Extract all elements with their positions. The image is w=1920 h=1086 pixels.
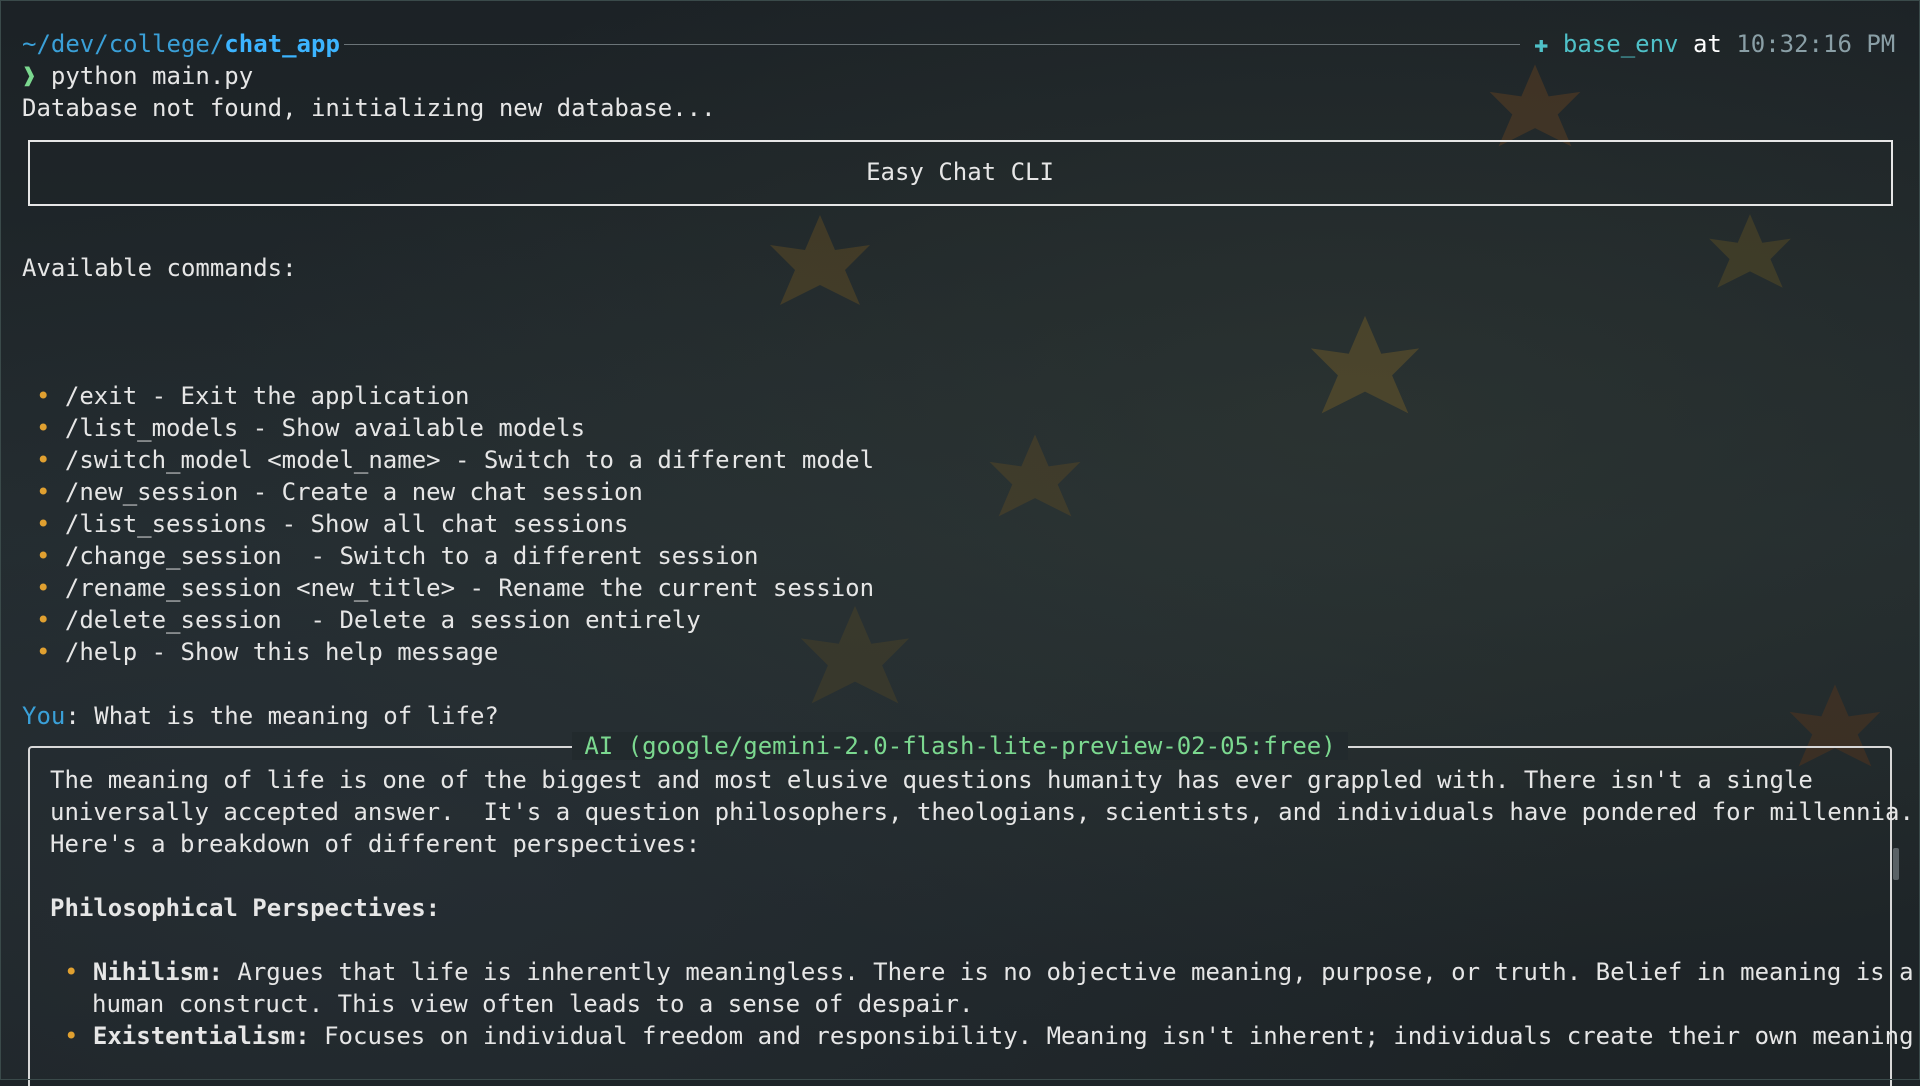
bullet-icon: • [64, 958, 79, 986]
command-item: • /exit - Exit the application [36, 380, 469, 412]
command-text: /list_sessions - Show all chat sessions [64, 510, 629, 538]
command-line: ❱ python main.py [22, 60, 253, 92]
ai-line: The meaning of life is one of the bigges… [50, 766, 1813, 794]
bullet-icon: • [36, 574, 51, 602]
command-item: • /list_models - Show available models [36, 412, 585, 444]
command-text: /exit - Exit the application [64, 382, 470, 410]
bullet-icon: • [36, 510, 51, 538]
user-separator: : [65, 702, 80, 730]
bullet-term: Nihilism: [92, 958, 223, 986]
user-label: You [22, 702, 66, 730]
command-item: • /new_session - Create a new chat sessi… [36, 476, 643, 508]
commands-heading: Available commands: [22, 254, 297, 282]
terminal[interactable]: ~/dev/college/chat_app ✚ base_env at 10:… [0, 0, 1920, 1086]
at-word: at [1692, 30, 1722, 58]
user-message: You: What is the meaning of life? [22, 700, 499, 732]
command-text: /list_models - Show available models [64, 414, 586, 442]
command-item: • /change_session - Switch to a differen… [36, 540, 758, 572]
bullet-text: Focuses on individual freedom and respon… [309, 1022, 1914, 1050]
ai-bullet-item: • Existentialism: Focuses on individual … [64, 1020, 1914, 1052]
ai-section-heading: Philosophical Perspectives: [50, 894, 441, 922]
command-item: • /switch_model <model_name> - Switch to… [36, 444, 874, 476]
command-text: /help - Show this help message [64, 638, 499, 666]
bullet-continuation: human construct. This view often leads t… [92, 990, 974, 1018]
command-text: /rename_session <new_title> - Rename the… [64, 574, 875, 602]
ai-line: Here's a breakdown of different perspect… [50, 830, 701, 858]
command-item: • /delete_session - Delete a session ent… [36, 604, 701, 636]
prompt-right: ✚ base_env at 10:32:16 PM [1534, 28, 1895, 60]
bullet-icon: • [36, 478, 51, 506]
bullet-icon: • [36, 382, 51, 410]
command-text: /new_session - Create a new chat session [64, 478, 643, 506]
typed-command: python main.py [50, 62, 254, 90]
prompt-divider [344, 44, 1520, 45]
ai-model-name: AI (google/gemini-2.0-flash-lite-preview… [572, 732, 1348, 760]
python-env-icon: ✚ [1534, 30, 1549, 58]
ai-line: universally accepted answer. It's a ques… [50, 798, 1914, 826]
bullet-text: Argues that life is inherently meaningle… [222, 958, 1914, 986]
path-prefix: ~/dev/college/ [22, 30, 225, 58]
command-item: • /rename_session <new_title> - Rename t… [36, 572, 874, 604]
ai-panel-title: AI (google/gemini-2.0-flash-lite-preview… [0, 730, 1920, 762]
env-name: base_env [1562, 30, 1679, 58]
panel-scrollbar[interactable] [1893, 848, 1899, 880]
banner-title: Easy Chat CLI [866, 158, 1054, 186]
prompt-time: 10:32:16 PM [1736, 30, 1896, 58]
command-text: /change_session - Switch to a different … [64, 542, 759, 570]
bullet-icon: • [36, 606, 51, 634]
prompt-arrow-icon: ❱ [22, 62, 37, 90]
bullet-icon: • [36, 414, 51, 442]
bullet-icon: • [36, 542, 51, 570]
command-item: • /help - Show this help message [36, 636, 498, 668]
path-dir: chat_app [224, 30, 340, 58]
bullet-icon: • [36, 638, 51, 666]
command-item: • /list_sessions - Show all chat session… [36, 508, 628, 540]
command-text: /switch_model <model_name> - Switch to a… [64, 446, 875, 474]
user-text: What is the meaning of life? [79, 702, 499, 730]
bullet-icon: • [36, 446, 51, 474]
init-message: Database not found, initializing new dat… [22, 94, 716, 122]
bullet-icon: • [64, 1022, 79, 1050]
ai-bullet-item: • Nihilism: Argues that life is inherent… [64, 956, 1914, 988]
prompt-path: ~/dev/college/chat_app [22, 28, 340, 60]
bullet-term: Existentialism: [92, 1022, 310, 1050]
command-text: /delete_session - Delete a session entir… [64, 606, 701, 634]
